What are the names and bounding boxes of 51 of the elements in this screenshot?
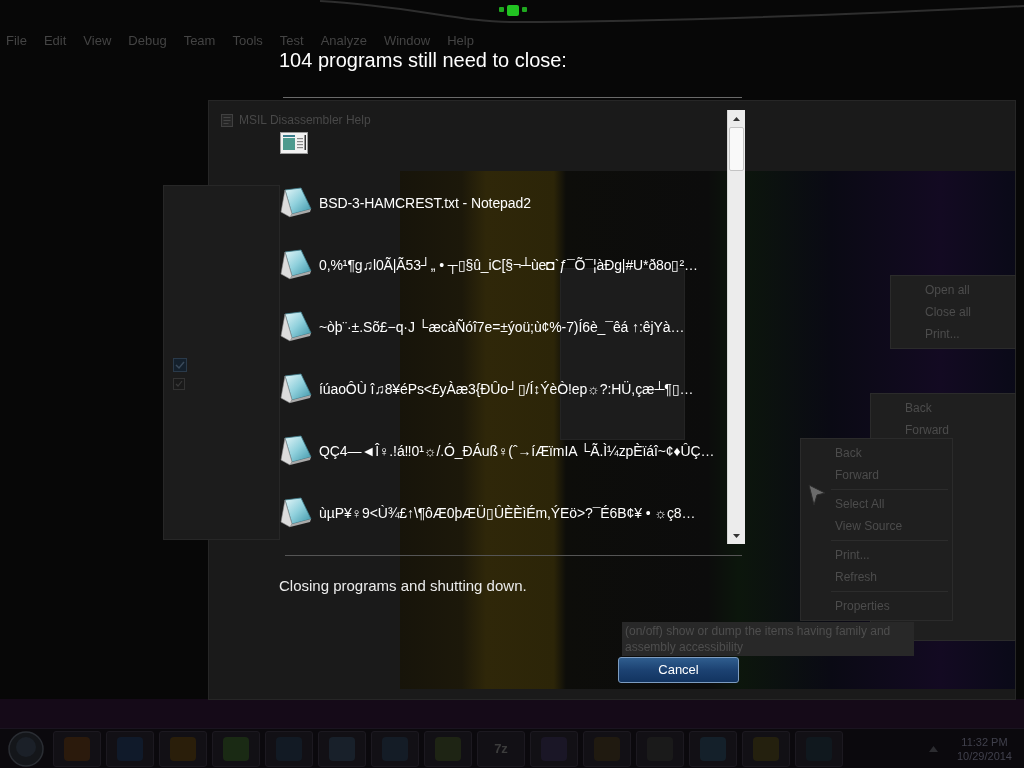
scrollbar[interactable] [727,110,745,544]
menu-bar-item[interactable]: Window [381,34,433,48]
menu-bar-item[interactable]: Team [181,34,218,48]
app-tile-icon [64,736,90,761]
dialog-title: 104 programs still need to close: [279,48,568,73]
menu-bar-item[interactable]: View [81,34,114,48]
cancel-button[interactable]: Cancel [618,657,739,683]
taskbar-button[interactable] [106,730,154,767]
notepad-icon [280,435,312,467]
taskbar-button[interactable] [53,730,101,767]
taskbar-button[interactable] [424,730,472,767]
taskbar-button[interactable] [159,730,207,767]
program-title: ~òþ¨·±.Sõ£−q·J └æcàÑóî7e=±ýoü;ù¢%-7)Í6è_¯êá ↑:êjYà… [319,318,685,337]
taskbar-button[interactable] [689,730,737,767]
status-text: Closing programs and shutting down. [279,576,528,596]
taskbar-button[interactable] [742,730,790,767]
caret-up-icon[interactable] [928,745,938,752]
taskbar-button[interactable] [371,730,419,767]
menu-bar-item[interactable]: File [4,34,29,48]
arrow-up-icon [733,116,740,121]
notepad-icon [280,187,312,219]
menu-bar-item[interactable]: Edit [41,34,69,48]
mouse-pointer-icon [808,484,826,506]
notepad-icon [280,373,312,405]
menu-bar-item[interactable]: Help [445,34,476,48]
clock-date: 10/29/2014 [956,748,1012,763]
menu-bar-item[interactable]: Tools [230,34,265,48]
taskbar-button[interactable] [530,730,578,767]
program-title: BSD-3-HAMCREST.txt - Notepad2 [319,194,531,213]
window-icon [280,132,308,154]
clock-time: 11:32 PM [961,734,1008,749]
program-title: íúaoÔÙ î♫8¥éPs<£yÀæ3{ÐÛo┘▯/Í↕ÝèÒ!ep☼?:HÜ,çæ┴¶▯… [319,380,694,399]
document-icon [221,113,233,127]
program-title: 0,%¹¶g♫l0Ã|Ã53┘„ • ┬▯§û_iC[§¬┴ùe◘`ƒ¯Õ¯¦àÐg|#U*ð8o▯²… [319,256,698,275]
app-tile-icon [170,736,196,761]
program-title: ùµP¥♀9<Ù¾£↑\¶ôÆ0þÆÜ▯ÛÈÈìÉm,ÝEö>?¯É6B¢¥ • ☼ç8… [319,504,696,523]
arrow-down-icon [733,533,740,538]
program-title: QÇ4—◄Î♀.!á‼0¹☼/.Ó_ÐÁuß♀(ˆ→íÆïmIA └Ã.Ì¼zpÈïáî~¢♦ÛÇ… [319,442,715,461]
notepad-icon [280,311,312,343]
app-tile-icon [223,736,249,761]
menu-bar-item[interactable]: Debug [126,34,169,48]
checkbox-icon [173,358,187,372]
status-lights-icon [497,3,529,17]
checkbox-icon [173,378,185,390]
menu-bar-item[interactable]: Analyze [318,34,369,48]
notepad-icon [280,249,312,281]
notepad-icon [280,497,312,529]
menu-bar-item[interactable]: Test [277,34,306,48]
scroll-thumb[interactable] [729,127,744,171]
taskbar-button[interactable] [212,730,260,767]
taskbar-button[interactable] [318,730,366,767]
